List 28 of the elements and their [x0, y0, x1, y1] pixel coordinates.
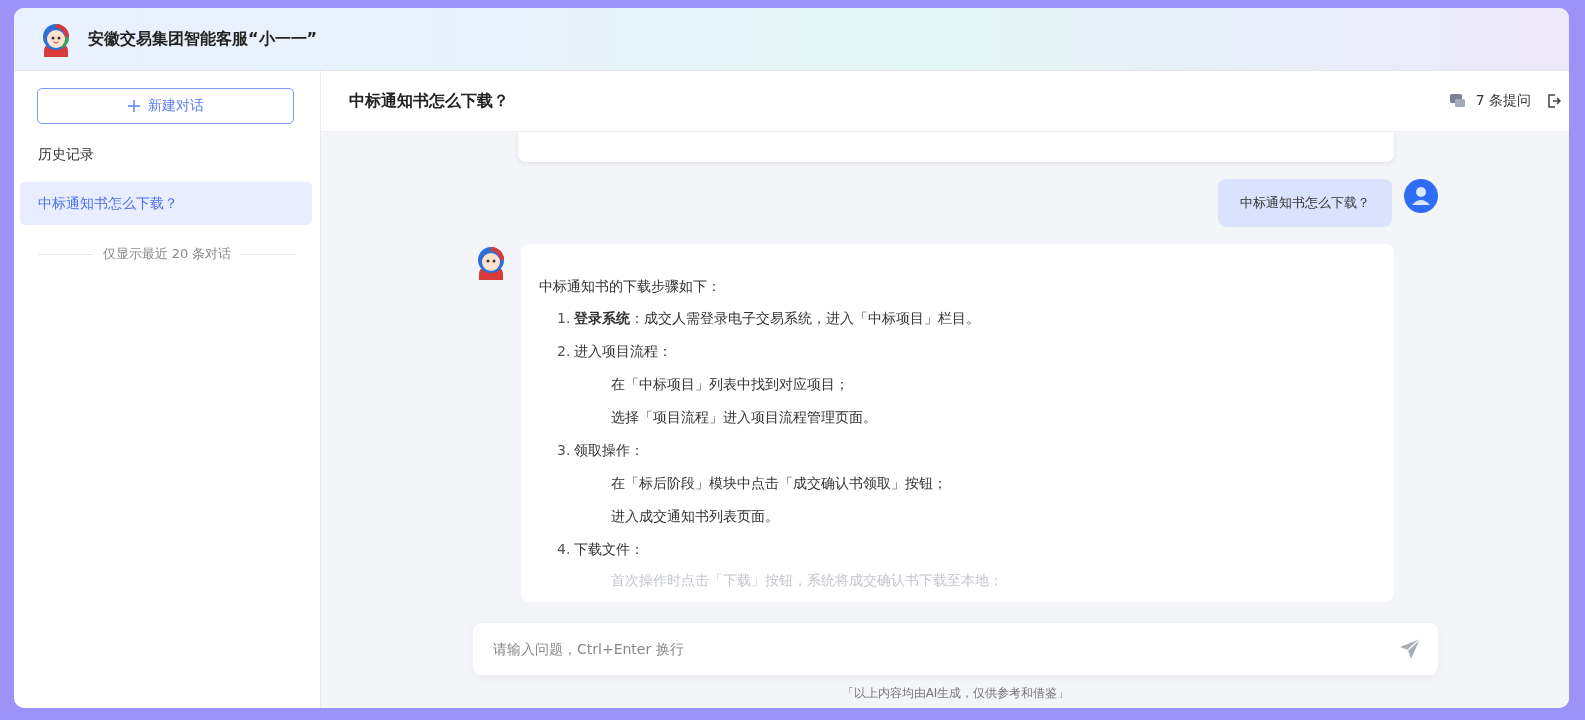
step-detail: 选择「项目流程」进入项目流程管理页面。: [610, 408, 878, 427]
plus-icon: [127, 100, 140, 112]
history-limit-note: 仅显示最近 20 条对话: [102, 245, 232, 263]
step-number: 3.: [557, 441, 571, 460]
step-number: 4.: [557, 540, 571, 559]
history-heading: 历史记录: [38, 146, 95, 164]
step-number: 2.: [557, 342, 571, 361]
conversation-title: 中标通知书怎么下载？: [349, 90, 509, 112]
answer-intro: 中标通知书的下载步骤如下：: [539, 277, 722, 296]
step-text: 登录系统：成交人需登录电子交易系统，进入「中标项目」栏目。: [574, 309, 981, 328]
step-text: 领取操作：: [574, 441, 645, 460]
step-detail: 进入成交通知书列表页面。: [610, 507, 780, 526]
step-detail: 在「中标项目」列表中找到对应项目；: [610, 375, 850, 394]
ai-disclaimer: 「以上内容均由AI生成，仅供参考和借鉴」: [840, 685, 1071, 702]
step-text: 进入项目流程：: [574, 342, 673, 361]
app-title: 安徽交易集团智能客服“小一一”: [88, 28, 318, 50]
step-detail: 首次操作时点击「下载」按钮，系统将成交确认书下载至本地；: [610, 571, 1004, 590]
chat-bubbles-icon: [1449, 94, 1466, 108]
user-message: 中标通知书怎么下载？: [1218, 179, 1392, 227]
question-input[interactable]: 请输入问题，Ctrl+Enter 换行: [473, 623, 1438, 675]
step-detail: 在「标后阶段」模块中点击「成交确认书领取」按钮；: [610, 474, 948, 493]
step-number: 1.: [557, 309, 571, 328]
history-item[interactable]: 中标通知书怎么下载？: [20, 182, 312, 225]
exit-icon[interactable]: [1547, 94, 1561, 108]
user-avatar-icon: [1404, 179, 1438, 213]
question-count: 7 条提问: [1475, 92, 1531, 110]
new-chat-button[interactable]: 新建对话: [37, 88, 294, 124]
step-text: 下载文件：: [574, 540, 645, 559]
